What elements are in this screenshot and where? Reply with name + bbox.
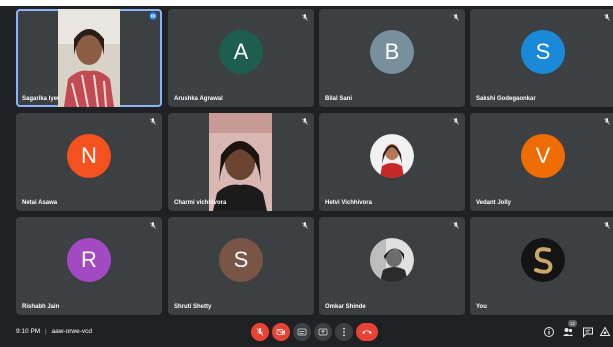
participant-name: Hetvi Vichhivora — [325, 200, 372, 206]
top-strip — [0, 0, 613, 6]
chat-icon[interactable] — [582, 326, 594, 338]
speaking-indicator-icon — [149, 12, 157, 20]
participant-count-badge: 12 — [568, 320, 577, 327]
call-end-icon — [362, 330, 372, 334]
avatar: N — [67, 134, 111, 179]
mic-off-icon — [150, 222, 156, 229]
participant-tile[interactable]: A Arushka Agrawal — [168, 9, 314, 107]
participant-name: Rishabh Jain — [22, 304, 60, 310]
captions-icon — [297, 328, 307, 336]
participant-video — [58, 9, 120, 107]
participant-name: Omkar Shinde — [325, 304, 366, 310]
more-vert-icon — [343, 327, 345, 337]
participant-name: You — [476, 304, 487, 310]
info-icon[interactable] — [543, 326, 555, 338]
participant-name: Sagarika Iyer — [22, 96, 60, 102]
present-button[interactable] — [314, 323, 332, 341]
meeting-info: 9:10 PM | aaw-orwe-vcd — [16, 328, 92, 335]
present-icon — [318, 328, 328, 336]
leave-call-button[interactable] — [356, 323, 378, 341]
mic-off-icon — [453, 14, 459, 21]
participant-name: Sakshi Godegaonkar — [476, 96, 536, 102]
mic-toggle-button[interactable] — [251, 323, 269, 341]
meeting-toolbar: 9:10 PM | aaw-orwe-vcd 12 — [0, 320, 613, 347]
participant-tile[interactable]: Charmi vichhivora — [168, 113, 314, 211]
avatar — [370, 238, 414, 283]
avatar: S — [521, 30, 565, 75]
participant-tile[interactable]: Omkar Shinde — [319, 217, 465, 315]
mic-off-icon — [302, 14, 308, 21]
avatar: V — [521, 134, 565, 179]
participant-tile[interactable]: You — [470, 217, 613, 315]
avatar — [521, 238, 565, 283]
participant-tile[interactable]: Hetvi Vichhivora — [319, 113, 465, 211]
participant-tile[interactable]: N Netai Asawa — [16, 113, 162, 211]
participant-tile[interactable]: S Sakshi Godegaonkar — [470, 9, 613, 107]
participant-tile[interactable]: R Rishabh Jain — [16, 217, 162, 315]
mic-off-icon — [453, 118, 459, 125]
participant-tile[interactable]: S Shruti Shetty — [168, 217, 314, 315]
participant-tile[interactable]: Sagarika Iyer — [16, 9, 162, 107]
avatar: B — [370, 30, 414, 75]
people-icon[interactable] — [562, 326, 574, 338]
mic-off-icon — [256, 328, 264, 336]
participant-name: Bilal Sani — [325, 96, 353, 102]
camera-toggle-button[interactable] — [272, 323, 290, 341]
captions-button[interactable] — [293, 323, 311, 341]
meeting-stage: Sagarika Iyer A Arushka Agrawal B Bilal … — [0, 0, 613, 347]
video-feed — [209, 113, 272, 211]
mic-off-icon — [302, 118, 308, 125]
mic-off-icon — [604, 14, 610, 21]
avatar: S — [219, 238, 263, 283]
more-options-button[interactable] — [335, 323, 353, 341]
participant-name: Charmi vichhivora — [174, 200, 227, 206]
avatar: R — [67, 238, 111, 283]
participant-tile[interactable]: V Vedant Jolly — [470, 113, 613, 211]
participant-name: Netai Asawa — [22, 200, 58, 206]
participant-tile[interactable]: B Bilal Sani — [319, 9, 465, 107]
camera-off-icon — [276, 328, 285, 336]
mic-off-icon — [604, 222, 610, 229]
meeting-info-separator: | — [45, 328, 47, 335]
monogram-logo — [521, 238, 565, 283]
mic-off-icon — [604, 118, 610, 125]
meeting-time: 9:10 PM — [16, 328, 41, 335]
participant-name: Vedant Jolly — [476, 200, 512, 206]
activities-icon[interactable] — [599, 326, 611, 338]
participant-name: Arushka Agrawal — [174, 96, 223, 102]
mic-off-icon — [302, 222, 308, 229]
participant-name: Shruti Shetty — [174, 304, 212, 310]
participant-video — [209, 113, 272, 211]
meeting-code[interactable]: aaw-orwe-vcd — [52, 328, 92, 335]
profile-photo — [370, 238, 414, 283]
avatar — [370, 134, 414, 179]
avatar: A — [219, 30, 263, 75]
mic-off-icon — [150, 118, 156, 125]
video-feed — [58, 9, 120, 107]
profile-photo — [370, 134, 414, 179]
mic-off-icon — [453, 222, 459, 229]
